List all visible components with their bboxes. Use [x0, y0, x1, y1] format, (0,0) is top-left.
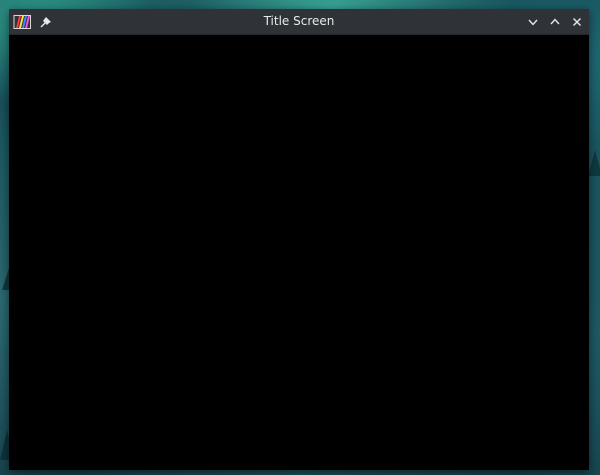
chevron-down-icon: [528, 19, 538, 26]
rainbow-stripes-icon[interactable]: [13, 14, 31, 29]
minimize-button[interactable]: [525, 14, 541, 30]
close-button[interactable]: [569, 14, 585, 30]
window-controls: [525, 9, 585, 34]
close-icon: [573, 17, 581, 26]
titlebar-left-group: [9, 9, 53, 34]
tree-decoration: [588, 150, 600, 176]
pin-icon[interactable]: [39, 15, 53, 29]
game-canvas[interactable]: [9, 35, 589, 470]
window-title: Title Screen: [263, 14, 335, 28]
maximize-button[interactable]: [547, 14, 563, 30]
app-window[interactable]: Title Screen: [9, 9, 589, 470]
chevron-up-icon: [550, 17, 560, 24]
window-titlebar[interactable]: Title Screen: [9, 9, 589, 35]
